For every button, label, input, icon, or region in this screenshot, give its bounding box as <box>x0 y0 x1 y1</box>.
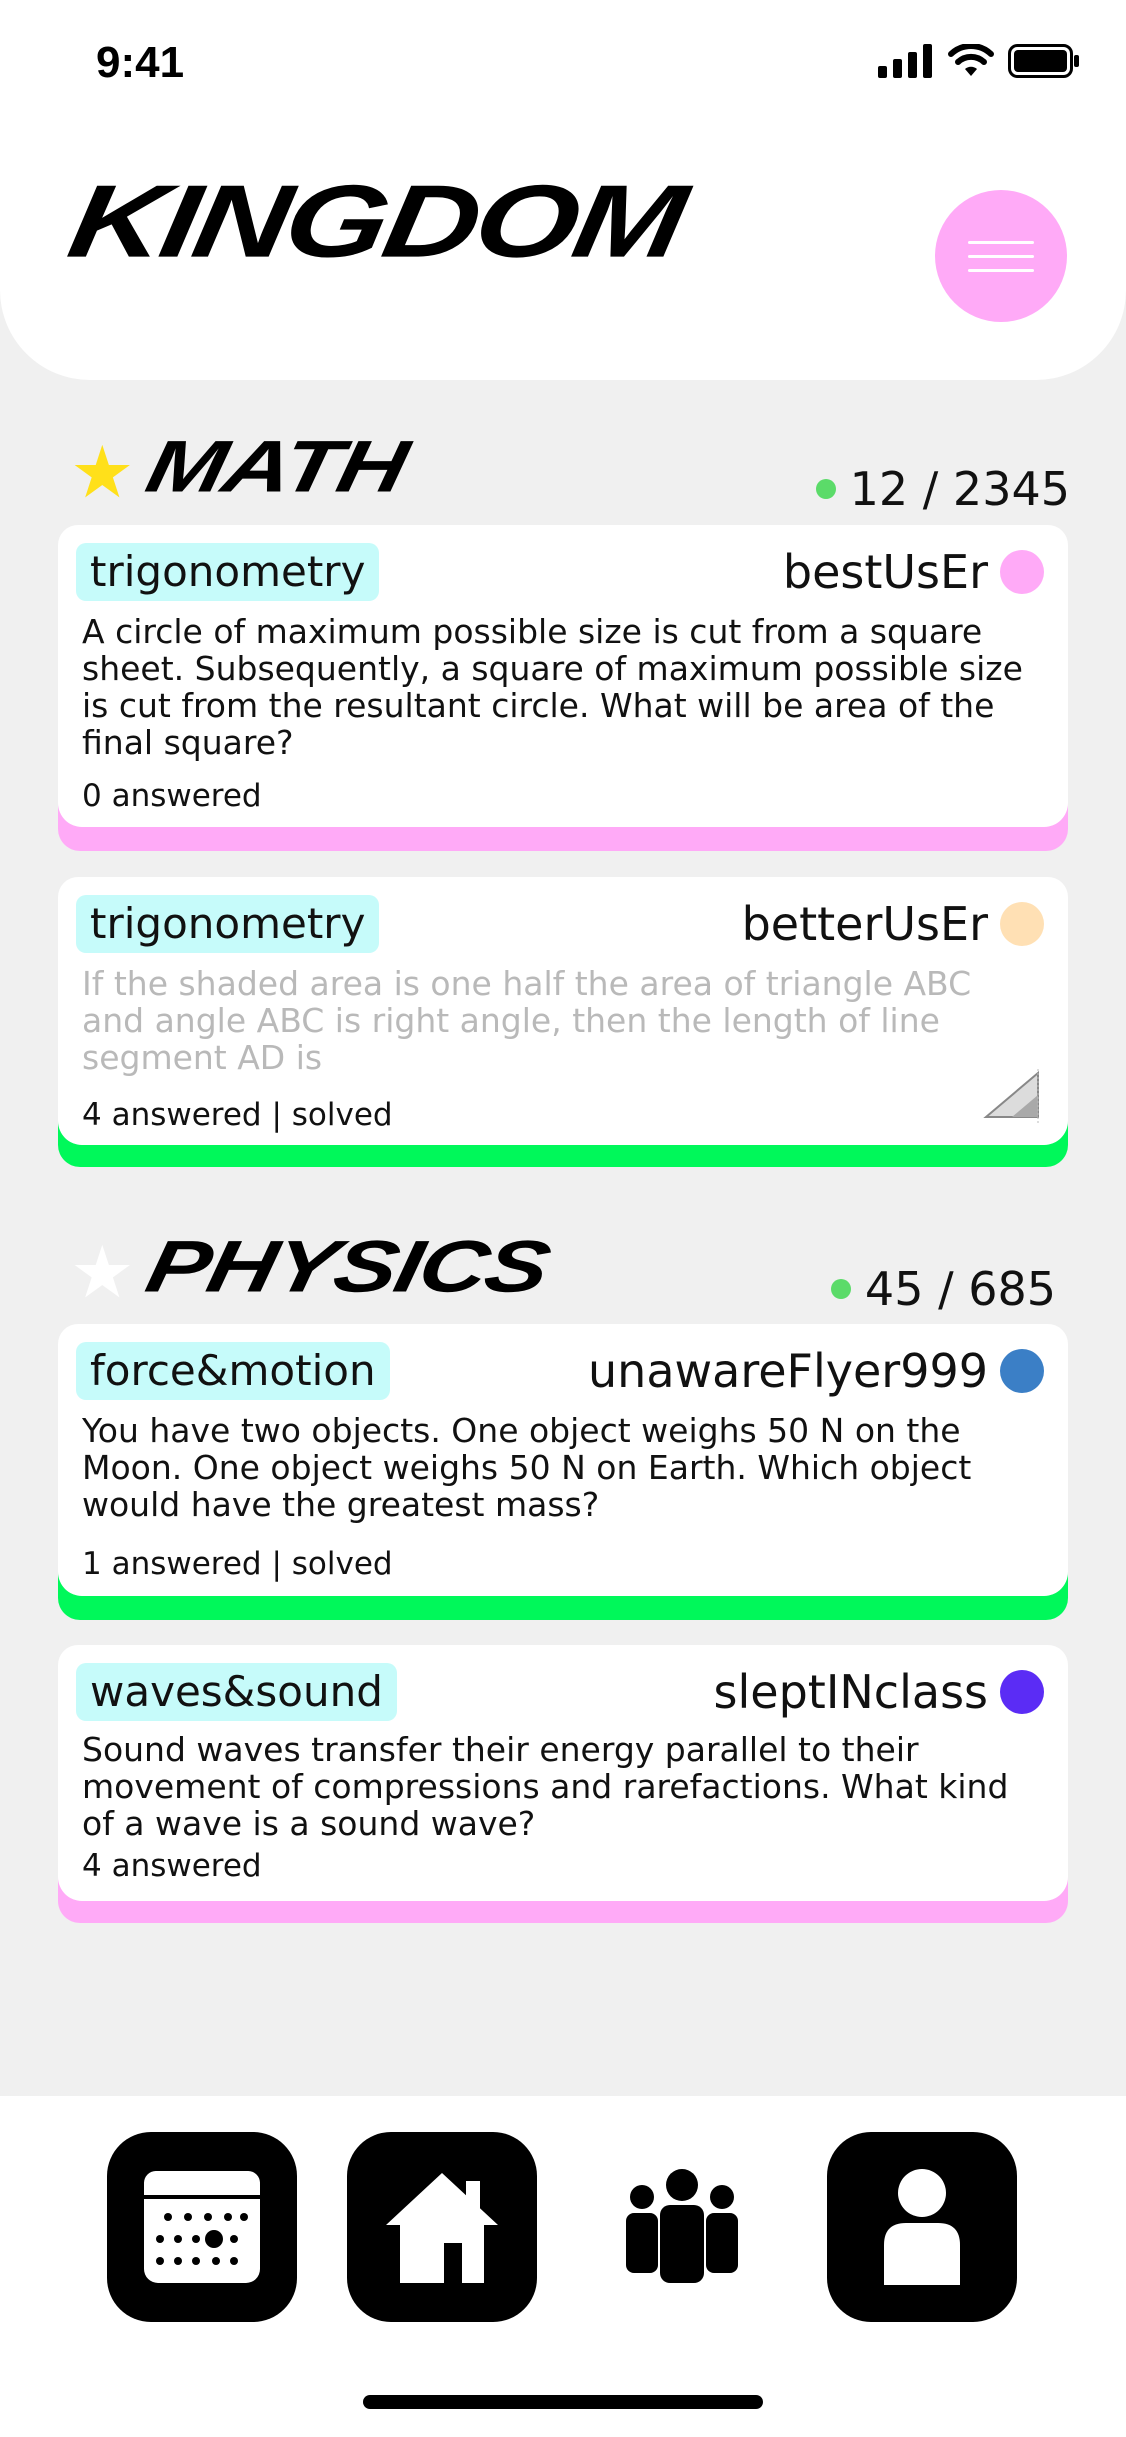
section-header-math[interactable]: ★ MATH 12 / 2345 <box>70 425 1070 520</box>
card-body: trigonometry betterUsEr If the shaded ar… <box>58 877 1068 1145</box>
app-logo: KINGDOM <box>60 163 692 279</box>
profile-icon <box>884 2169 960 2285</box>
menu-icon-line <box>968 240 1034 244</box>
star-outline-icon[interactable]: ★ <box>70 1236 135 1308</box>
question-card[interactable]: force&motion unawareFlyer999 You have tw… <box>58 1324 1068 1620</box>
battery-icon <box>1008 44 1079 78</box>
status-icons <box>878 44 1080 78</box>
card-body: trigonometry bestUsEr A circle of maximu… <box>58 525 1068 827</box>
cellular-signal-icon <box>878 44 932 78</box>
question-text: A circle of maximum possible size is cut… <box>82 612 1023 762</box>
star-filled-icon[interactable]: ★ <box>70 436 135 508</box>
menu-icon-line <box>968 268 1034 272</box>
author-name: bestUsEr <box>782 545 988 599</box>
answer-count: 0 answered <box>82 778 262 814</box>
topic-tag[interactable]: trigonometry <box>76 543 380 601</box>
tab-home[interactable] <box>347 2132 537 2322</box>
card-author[interactable]: sleptINclass <box>714 1665 1044 1719</box>
home-indicator[interactable] <box>363 2395 763 2409</box>
menu-icon-line <box>968 254 1034 258</box>
card-author[interactable]: betterUsEr <box>742 897 1044 951</box>
card-body: waves&sound sleptINclass Sound waves tra… <box>58 1645 1068 1901</box>
tab-profile[interactable] <box>827 2132 1017 2322</box>
question-text: You have two objects. One object weighs … <box>82 1411 972 1524</box>
question-text: Sound waves transfer their energy parall… <box>82 1730 1009 1843</box>
home-icon <box>386 2173 498 2283</box>
wifi-icon <box>948 44 994 76</box>
app-header: 9:41 KINGDOM <box>0 0 1126 380</box>
question-card[interactable]: trigonometry betterUsEr If the shaded ar… <box>58 877 1068 1167</box>
author-name: betterUsEr <box>741 897 988 951</box>
card-author[interactable]: unawareFlyer999 <box>588 1344 1044 1398</box>
topic-tag[interactable]: waves&sound <box>76 1663 397 1721</box>
answer-count: 4 answered | solved <box>82 1097 393 1133</box>
menu-button[interactable] <box>935 190 1067 322</box>
topic-tag[interactable]: trigonometry <box>76 895 380 953</box>
section-header-physics[interactable]: ★ PHYSICS 45 / 685 <box>70 1225 1070 1320</box>
status-time: 9:41 <box>96 38 185 87</box>
card-body: force&motion unawareFlyer999 You have tw… <box>58 1324 1068 1596</box>
answer-count: 1 answered | solved <box>82 1546 393 1582</box>
online-count-text: 12 / 2345 <box>849 462 1070 516</box>
tab-calendar[interactable] <box>107 2132 297 2322</box>
avatar <box>1000 902 1044 946</box>
avatar <box>1000 550 1044 594</box>
online-count-text: 45 / 685 <box>864 1262 1056 1316</box>
author-name: unawareFlyer999 <box>588 1344 988 1398</box>
section-online-count: 45 / 685 <box>830 1262 1056 1316</box>
bottom-tab-bar <box>0 2096 1126 2437</box>
tab-community[interactable] <box>587 2132 777 2322</box>
section-title: MATH <box>139 425 414 508</box>
card-author[interactable]: bestUsEr <box>783 545 1044 599</box>
section-online-count: 12 / 2345 <box>815 462 1070 516</box>
topic-tag[interactable]: force&motion <box>76 1342 390 1400</box>
community-icon <box>626 2169 738 2283</box>
question-card[interactable]: trigonometry bestUsEr A circle of maximu… <box>58 525 1068 851</box>
avatar <box>1000 1349 1044 1393</box>
answer-count: 4 answered <box>82 1848 262 1884</box>
online-indicator-icon <box>830 1279 851 1299</box>
triangle-diagram-icon[interactable] <box>982 1067 1044 1125</box>
avatar <box>1000 1670 1044 1714</box>
author-name: sleptINclass <box>713 1665 988 1719</box>
online-indicator-icon <box>815 479 836 499</box>
section-title: PHYSICS <box>139 1225 556 1308</box>
calendar-icon <box>144 2171 260 2283</box>
question-text: If the shaded area is one half the area … <box>82 964 972 1077</box>
question-card[interactable]: waves&sound sleptINclass Sound waves tra… <box>58 1645 1068 1923</box>
